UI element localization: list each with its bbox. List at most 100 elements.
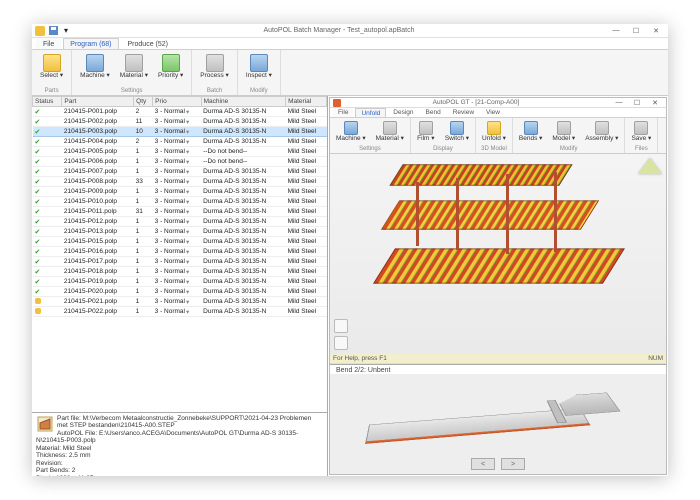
cell: 3 - Normal ▾ <box>153 117 201 127</box>
table-row[interactable]: ✔210415-P009.polp13 - Normal ▾Durma AD-S… <box>33 187 327 197</box>
col-material[interactable]: Material <box>286 97 327 107</box>
parts-table: StatusPartQtyPrioMachineMaterial ✔210415… <box>32 96 327 317</box>
table-row[interactable]: ✔210415-P010.polp13 - Normal ▾Durma AD-S… <box>33 197 327 207</box>
process-button[interactable]: Process ▾ <box>198 52 231 82</box>
material-button[interactable]: Material ▾ <box>118 52 150 82</box>
material-button[interactable]: Material ▾ <box>374 119 406 145</box>
table-row[interactable]: ✔210415-P019.polp13 - Normal ▾Durma AD-S… <box>33 277 327 287</box>
cell: 1 <box>134 197 153 207</box>
save-button[interactable]: Save ▾ <box>629 119 653 145</box>
cell: 1 <box>134 297 153 307</box>
cell: 3 - Normal ▾ <box>153 247 201 257</box>
table-row[interactable]: ✔210415-P017.polp13 - Normal ▾Durma AD-S… <box>33 257 327 267</box>
table-row[interactable]: ✔210415-P020.polp13 - Normal ▾Durma AD-S… <box>33 287 327 297</box>
table-row[interactable]: ✔210415-P015.polp13 - Normal ▾Durma AD-S… <box>33 237 327 247</box>
child-tab-review[interactable]: Review <box>448 108 479 117</box>
child-tab-file[interactable]: File <box>333 108 353 117</box>
assembly-button[interactable]: Assembly ▾ <box>583 119 620 145</box>
table-row[interactable]: ✔210415-P011.polp313 - Normal ▾Durma AD-… <box>33 207 327 217</box>
viewport-fit-button[interactable] <box>334 336 348 350</box>
unfold-button[interactable]: Unfold ▾ <box>480 119 508 145</box>
status-ok-icon: ✔ <box>35 139 41 146</box>
child-close-button[interactable]: ✕ <box>646 98 664 108</box>
col-prio[interactable]: Prio <box>153 97 201 107</box>
cell: 31 <box>134 207 153 217</box>
cell: 1 <box>134 277 153 287</box>
bend-next-button[interactable]: > <box>501 458 525 470</box>
table-row[interactable]: ✔210415-P007.polp13 - Normal ▾Durma AD-S… <box>33 167 327 177</box>
detail-line: Part file: M:\Verbecom Metaalconstructie… <box>36 415 323 430</box>
child-tab-view[interactable]: View <box>481 108 505 117</box>
select-button[interactable]: Select ▾ <box>38 52 65 82</box>
table-row[interactable]: ✔210415-P012.polp13 - Normal ▾Durma AD-S… <box>33 217 327 227</box>
view-cube[interactable] <box>638 158 662 182</box>
table-row[interactable]: ✔210415-P018.polp13 - Normal ▾Durma AD-S… <box>33 267 327 277</box>
table-row[interactable]: 210415-P021.polp13 - Normal ▾Durma AD-S … <box>33 297 327 307</box>
table-row[interactable]: ✔210415-P005.polp13 - Normal ▾--Do not b… <box>33 147 327 157</box>
bends-button[interactable]: Bends ▾ <box>517 119 545 145</box>
viewport-mode-button[interactable] <box>334 319 348 333</box>
cell: 11 <box>134 117 153 127</box>
table-row[interactable]: ✔210415-P003.polp103 - Normal ▾Durma AD-… <box>33 127 327 137</box>
maximize-button[interactable]: ☐ <box>627 26 645 36</box>
col-machine[interactable]: Machine <box>201 97 285 107</box>
cell <box>33 297 62 307</box>
cell: Mild Steel <box>286 247 327 257</box>
status-ok-icon: ✔ <box>35 269 41 276</box>
film-button[interactable]: Film ▾ <box>415 119 437 145</box>
child-maximize-button[interactable]: ☐ <box>628 98 646 108</box>
button-label: Save ▾ <box>631 136 651 143</box>
status-ok-icon: ✔ <box>35 199 41 206</box>
table-row[interactable]: ✔210415-P008.polp333 - Normal ▾Durma AD-… <box>33 177 327 187</box>
child-minimize-button[interactable]: — <box>610 98 628 108</box>
cell: Durma AD-S 30135-N <box>201 247 285 257</box>
group-label: Settings <box>78 88 185 95</box>
table-row[interactable]: ✔210415-P016.polp13 - Normal ▾Durma AD-S… <box>33 247 327 257</box>
table-row[interactable]: 210415-P022.polp13 - Normal ▾Durma AD-S … <box>33 307 327 317</box>
priority-button[interactable]: Priority ▾ <box>156 52 185 82</box>
col-status[interactable]: Status <box>33 97 62 107</box>
bend-canvas[interactable]: < > <box>330 374 666 474</box>
detail-line: Thickness: 2.5 mm <box>36 452 323 459</box>
machine-button[interactable]: Machine ▾ <box>78 52 112 82</box>
cell: Durma AD-S 30135-N <box>201 267 285 277</box>
cell: ✔ <box>33 227 62 237</box>
inspect-button[interactable]: Inspect ▾ <box>244 52 274 82</box>
cell: Mild Steel <box>286 147 327 157</box>
button-label: Model ▾ <box>552 136 575 143</box>
cell: 3 - Normal ▾ <box>153 127 201 137</box>
tab-file[interactable]: File <box>36 38 61 49</box>
qat-dropdown-icon[interactable]: ▾ <box>61 26 71 36</box>
cell: Mild Steel <box>286 257 327 267</box>
button-label: Process ▾ <box>200 73 229 80</box>
tab-program[interactable]: Program (68) <box>63 38 118 49</box>
machine-button[interactable]: Machine ▾ <box>334 119 368 145</box>
child-tab-design[interactable]: Design <box>388 108 418 117</box>
bend-prev-button[interactable]: < <box>471 458 495 470</box>
child-tab-unfold[interactable]: Unfold <box>355 108 386 117</box>
table-row[interactable]: ✔210415-P013.polp13 - Normal ▾Durma AD-S… <box>33 227 327 237</box>
minimize-button[interactable]: — <box>607 26 625 36</box>
button-label: Film ▾ <box>417 136 434 143</box>
close-button[interactable]: ✕ <box>647 26 665 36</box>
col-part[interactable]: Part <box>62 97 134 107</box>
model-button[interactable]: Model ▾ <box>550 119 577 145</box>
cell: 210415-P018.polp <box>62 267 134 277</box>
cell: 3 - Normal ▾ <box>153 287 201 297</box>
table-row[interactable]: ✔210415-P004.polp23 - Normal ▾Durma AD-S… <box>33 137 327 147</box>
col-qty[interactable]: Qty <box>134 97 153 107</box>
switch-button[interactable]: Switch ▾ <box>443 119 471 145</box>
cell: 210415-P009.polp <box>62 187 134 197</box>
table-row[interactable]: ✔210415-P001.polp23 - Normal ▾Durma AD-S… <box>33 107 327 117</box>
table-row[interactable]: ✔210415-P006.polp13 - Normal ▾--Do not b… <box>33 157 327 167</box>
cell: Durma AD-S 30135-N <box>201 137 285 147</box>
viewport-3d-assembly[interactable] <box>330 154 666 354</box>
cell: ✔ <box>33 187 62 197</box>
table-row[interactable]: ✔210415-P002.polp113 - Normal ▾Durma AD-… <box>33 117 327 127</box>
status-warn-icon <box>35 308 41 314</box>
status-ok-icon: ✔ <box>35 289 41 296</box>
save-icon[interactable] <box>48 26 58 36</box>
tab-produce[interactable]: Produce (52) <box>121 38 175 49</box>
parts-table-scroll[interactable]: StatusPartQtyPrioMachineMaterial ✔210415… <box>32 96 327 412</box>
child-tab-bend[interactable]: Bend <box>421 108 446 117</box>
